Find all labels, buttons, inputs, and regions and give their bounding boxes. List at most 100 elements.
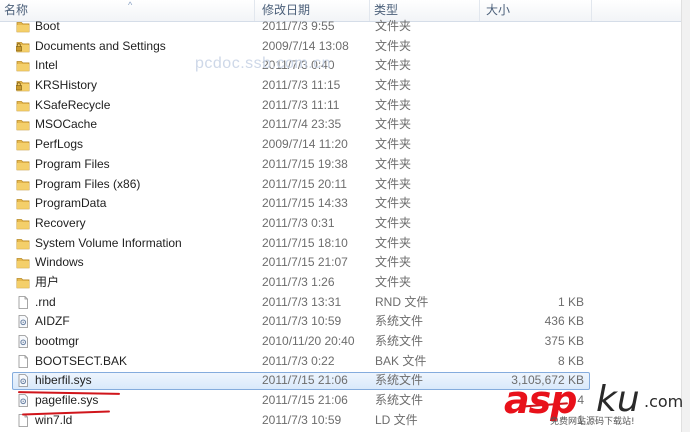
file-row[interactable]: .rnd 2011/7/3 13:31 RND 文件 1 KB — [0, 293, 682, 313]
file-list: Boot 2011/7/3 9:55 文件夹 Documents and Settin… — [0, 17, 682, 430]
file-modified-date: 2011/7/15 18:10 — [262, 235, 348, 250]
file-modified-date: 2011/7/15 19:38 — [262, 156, 348, 171]
file-name: Recovery — [35, 215, 86, 230]
file-type: 文件夹 — [375, 274, 412, 289]
file-type: 文件夹 — [375, 117, 412, 132]
file-type: 文件夹 — [375, 255, 412, 270]
blank-file-icon — [16, 295, 30, 309]
file-row[interactable]: KSafeRecycle 2011/7/3 11:11 文件夹 — [0, 96, 682, 116]
file-size — [485, 194, 584, 214]
file-row[interactable]: Documents and Settings 2009/7/14 13:08 文件夹 — [0, 37, 682, 57]
file-type: 文件夹 — [375, 58, 412, 73]
watermark-text: pcdoc.ssb.com.cn — [195, 55, 332, 72]
blank-file-icon — [16, 413, 30, 427]
file-row[interactable]: bootmgr 2010/11/20 20:40 系统文件 375 KB — [0, 332, 682, 352]
file-name: Boot — [35, 19, 60, 33]
file-size — [485, 115, 584, 135]
file-row[interactable]: Intel 2011/7/3 0:40 文件夹 — [0, 56, 682, 76]
file-name: Program Files (x86) — [35, 176, 141, 191]
file-type: 文件夹 — [375, 19, 412, 33]
file-modified-date: 2011/7/3 9:55 — [262, 19, 335, 33]
folder-icon — [16, 20, 30, 33]
file-name: hiberfil.sys — [35, 373, 92, 388]
file-type: 文件夹 — [375, 137, 412, 152]
column-header-date-label: 修改日期 — [262, 3, 311, 17]
file-row[interactable]: Boot 2011/7/3 9:55 文件夹 — [0, 17, 682, 37]
file-row[interactable]: PerfLogs 2009/7/14 11:20 文件夹 — [0, 135, 682, 155]
file-type: 系统文件 — [375, 334, 424, 348]
file-type: 文件夹 — [375, 235, 412, 250]
file-modified-date: 2011/7/3 10:59 — [262, 412, 342, 427]
site-logo: asp ku .com 免费网站源码下载站! — [504, 380, 684, 428]
logo-tld: .com — [644, 392, 684, 411]
file-size — [485, 253, 584, 273]
file-size — [485, 155, 584, 175]
file-row[interactable]: 用户 2011/7/3 1:26 文件夹 — [0, 273, 682, 293]
file-size: 375 KB — [544, 334, 584, 348]
column-header-name-label: 名称 — [4, 3, 29, 17]
file-size — [485, 135, 584, 155]
file-modified-date: 2011/7/3 0:22 — [262, 353, 335, 368]
column-header-type-label: 类型 — [374, 3, 399, 17]
file-size — [485, 273, 584, 293]
file-row[interactable]: AIDZF 2011/7/3 10:59 系统文件 436 KB — [0, 312, 682, 332]
system-file-icon — [16, 335, 30, 348]
file-size — [485, 37, 584, 57]
file-size: 8 KB — [557, 353, 584, 368]
file-type: RND 文件 — [375, 294, 429, 309]
folder-icon — [16, 237, 30, 250]
system-file-icon — [16, 374, 30, 388]
file-type: 系统文件 — [375, 373, 424, 388]
folder-icon — [16, 197, 30, 210]
file-type: 文件夹 — [375, 156, 412, 171]
locked-folder-icon — [16, 40, 30, 53]
logo-subtitle: 免费网站源码下载站! — [550, 417, 635, 427]
folder-icon — [16, 158, 30, 171]
file-size — [485, 175, 584, 195]
file-row[interactable]: KRSHistory 2011/7/3 11:15 文件夹 — [0, 76, 682, 96]
file-type: 文件夹 — [375, 176, 412, 191]
vertical-scrollbar[interactable] — [681, 0, 690, 432]
file-name: bootmgr — [35, 334, 80, 348]
file-type: 系统文件 — [375, 314, 424, 329]
folder-icon — [16, 59, 30, 72]
file-name: BOOTSECT.BAK — [35, 353, 128, 368]
blank-file-icon — [16, 354, 30, 368]
file-row[interactable]: Windows 2011/7/15 21:07 文件夹 — [0, 253, 682, 273]
file-modified-date: 2009/7/14 13:08 — [262, 38, 349, 53]
sort-ascending-icon: ^ — [128, 0, 133, 10]
folder-icon — [16, 276, 30, 289]
file-row[interactable]: MSOCache 2011/7/4 23:35 文件夹 — [0, 115, 682, 135]
file-name: Documents and Settings — [35, 38, 166, 53]
file-row[interactable]: BOOTSECT.BAK 2011/7/3 0:22 BAK 文件 8 KB — [0, 352, 682, 372]
file-modified-date: 2011/7/3 0:31 — [262, 215, 335, 230]
folder-icon — [16, 138, 30, 151]
file-modified-date: 2009/7/14 11:20 — [262, 137, 348, 152]
folder-icon — [16, 99, 30, 112]
file-type: LD 文件 — [375, 412, 418, 427]
file-row[interactable]: System Volume Information 2011/7/15 18:10… — [0, 234, 682, 254]
file-type: 文件夹 — [375, 196, 412, 211]
folder-icon — [16, 178, 30, 191]
file-size — [485, 17, 584, 37]
file-name: System Volume Information — [35, 235, 182, 250]
file-modified-date: 2011/7/15 21:06 — [262, 373, 348, 388]
file-size — [485, 76, 584, 96]
file-modified-date: 2011/7/3 11:11 — [262, 97, 340, 112]
file-name: Program Files — [35, 156, 110, 171]
folder-icon — [16, 118, 30, 131]
file-type: 文件夹 — [375, 38, 412, 53]
file-size: 1 KB — [557, 294, 584, 309]
file-modified-date: 2011/7/4 23:35 — [262, 117, 342, 132]
file-row[interactable]: Program Files 2011/7/15 19:38 文件夹 — [0, 155, 682, 175]
file-name: KRSHistory — [35, 78, 98, 93]
column-header-size-label: 大小 — [486, 3, 511, 17]
file-modified-date: 2010/11/20 20:40 — [262, 334, 355, 348]
file-row[interactable]: Recovery 2011/7/3 0:31 文件夹 — [0, 214, 682, 234]
file-type: BAK 文件 — [375, 353, 427, 368]
file-modified-date: 2011/7/15 20:11 — [262, 176, 347, 191]
file-row[interactable]: ProgramData 2011/7/15 14:33 文件夹 — [0, 194, 682, 214]
file-size — [485, 96, 584, 116]
file-size: 436 KB — [544, 314, 584, 329]
file-row[interactable]: Program Files (x86) 2011/7/15 20:11 文件夹 — [0, 175, 682, 195]
